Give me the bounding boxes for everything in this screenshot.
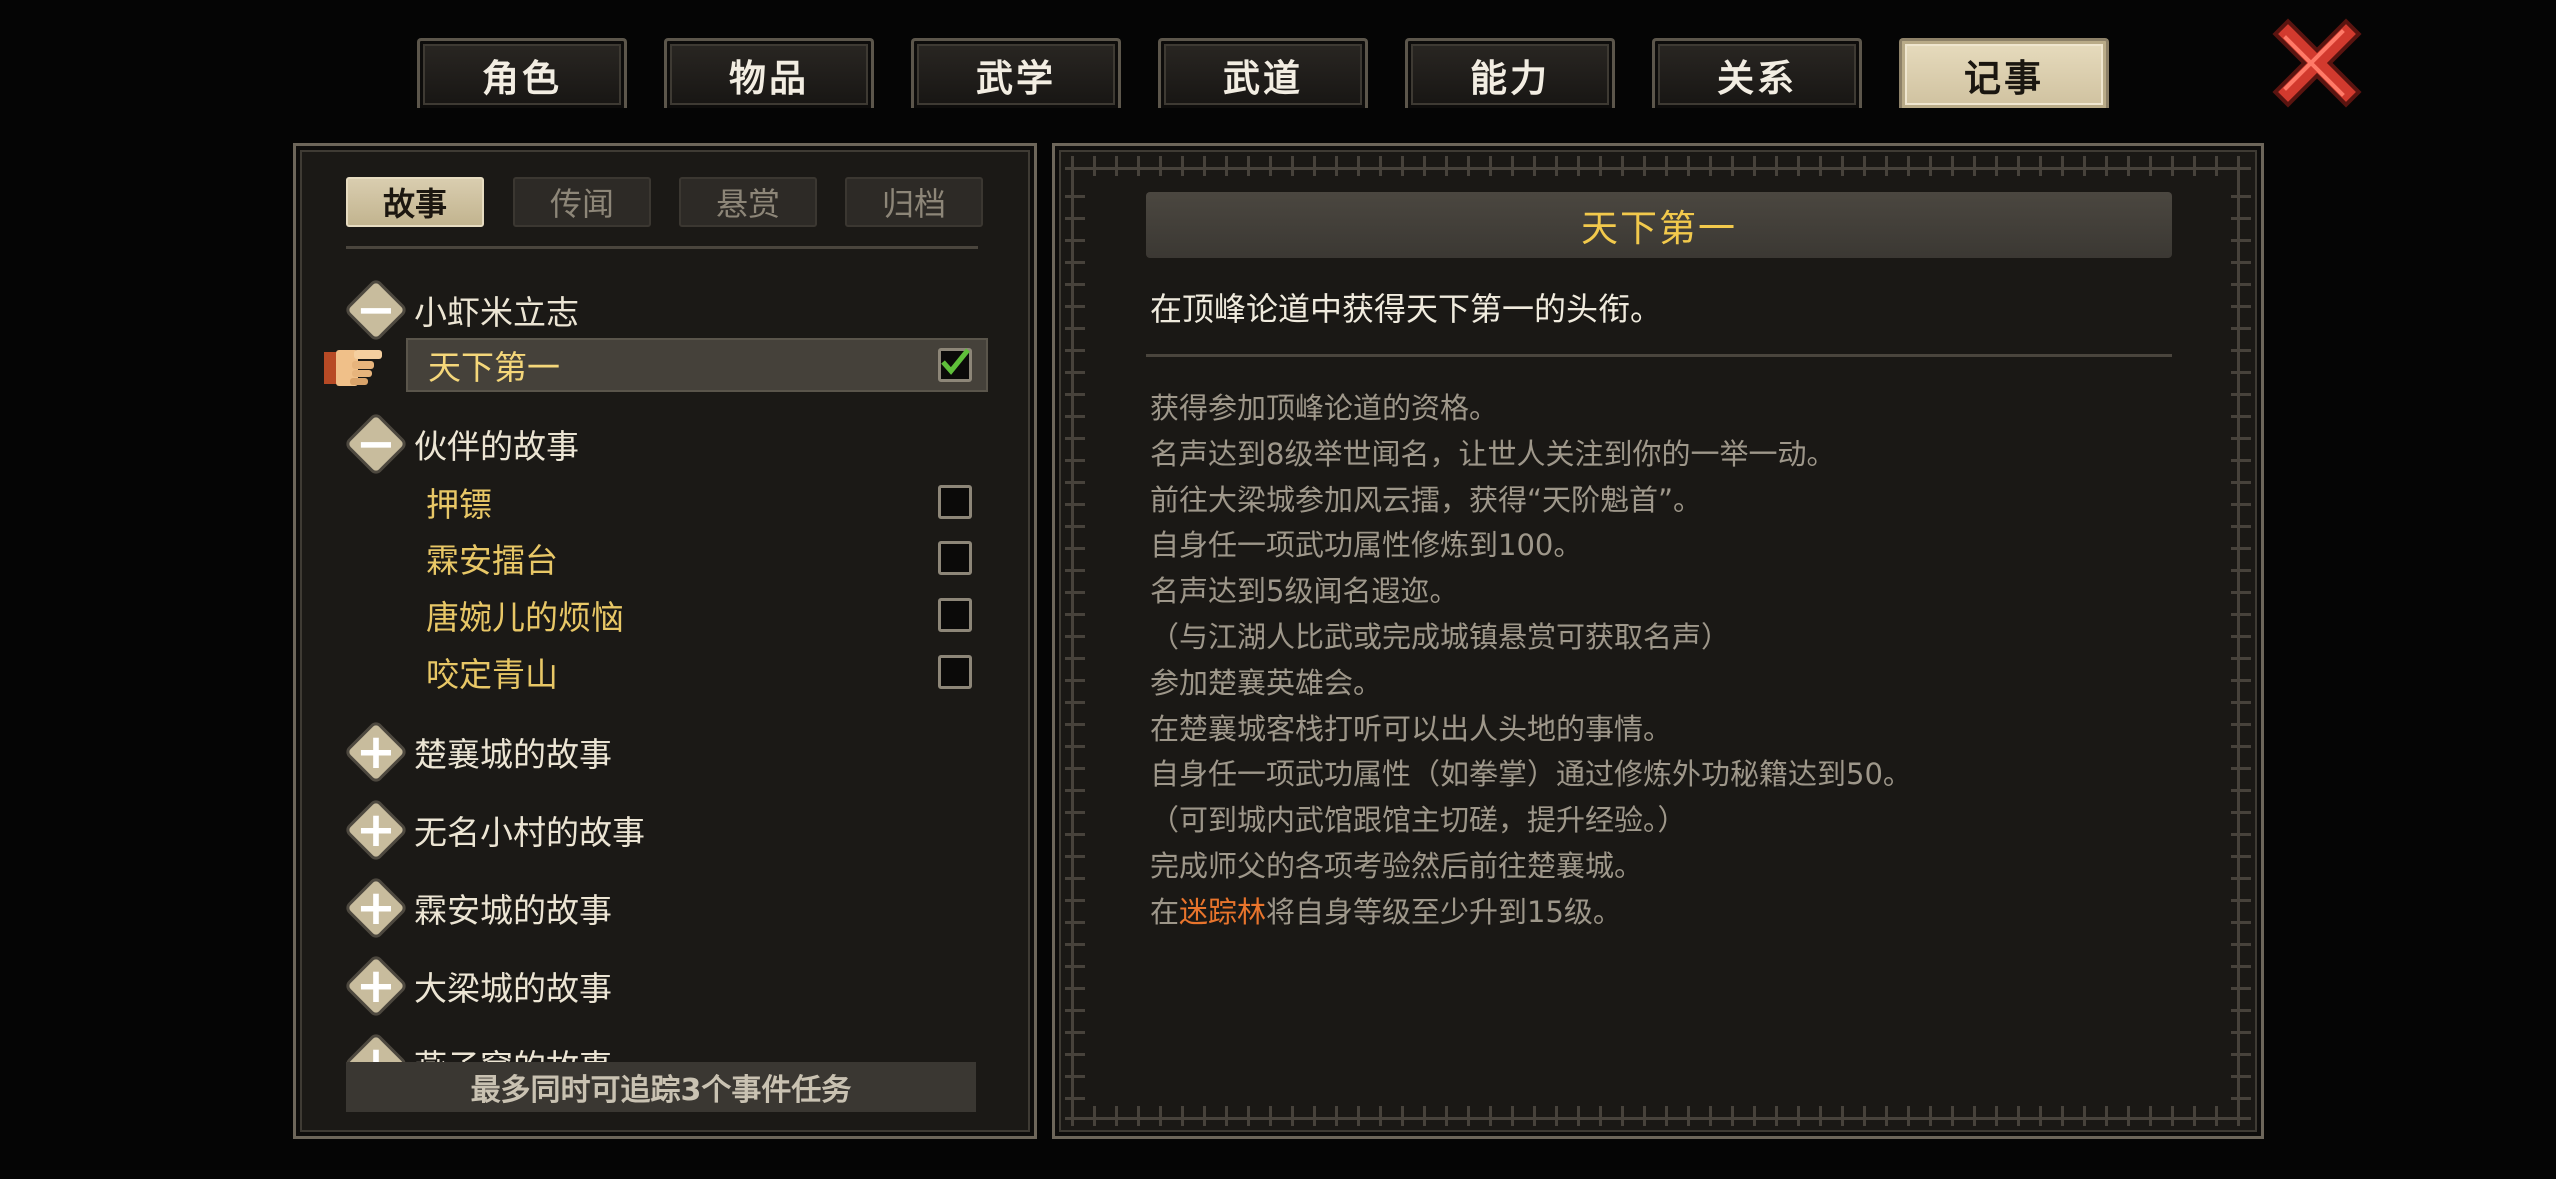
track-checkbox[interactable] [938,485,972,519]
category-xiaoxiami[interactable]: − 小虾米立志 [346,280,579,340]
tab-character[interactable]: 角色 [417,38,627,108]
track-limit-note: 最多同时可追踪3个事件任务 [346,1062,976,1112]
category-daliang[interactable]: + 大梁城的故事 [346,956,612,1016]
category-label: 伙伴的故事 [414,427,579,466]
req-prefix: 在 [1150,894,1180,929]
quest-label: 霖安擂台 [426,541,558,580]
requirement-item: （与江湖人比武或完成城镇悬赏可获取名声） [1150,619,1731,654]
category-nameless-village[interactable]: + 无名小村的故事 [346,800,645,860]
category-label: 霖安城的故事 [414,891,612,930]
category-label: 无名小村的故事 [414,813,645,852]
border-pattern-top [1065,156,2251,176]
quest-item[interactable]: 咬定青山 [406,645,986,699]
category-label: 楚襄城的故事 [414,735,612,774]
pointing-hand-icon [324,350,382,386]
category-companions[interactable]: − 伙伴的故事 [346,414,579,474]
tab-relations[interactable]: 关系 [1652,38,1862,108]
track-checkbox[interactable] [938,541,972,575]
requirement-item: 名声达到5级闻名遐迩。 [1150,574,1459,609]
subtab-archive[interactable]: 归档 [845,177,983,227]
tab-martial-way[interactable]: 武道 [1158,38,1368,108]
quest-item[interactable]: 霖安擂台 [406,531,986,585]
tab-items[interactable]: 物品 [664,38,874,108]
requirement-item: 在楚襄城客栈打听可以出人头地的事情。 [1150,711,1673,746]
category-chuxiang[interactable]: + 楚襄城的故事 [346,722,612,782]
track-checkbox[interactable] [938,655,972,689]
track-checkbox[interactable] [938,598,972,632]
quest-label: 咬定青山 [426,655,558,694]
subtab-divider [346,246,978,249]
quest-label: 天下第一 [428,348,560,387]
tab-journal[interactable]: 记事 [1899,38,2109,108]
collapse-minus-icon[interactable]: − [346,280,406,340]
border-pattern-bottom [1065,1106,2251,1126]
border-pattern-right [2231,176,2251,1106]
requirement-item: 参加楚襄英雄会。 [1150,665,1383,700]
quest-item-selected[interactable]: 天下第一 [406,338,988,392]
subtab-rumors[interactable]: 传闻 [513,177,651,227]
requirement-list: 获得参加顶峰论道的资格。 名声达到8级举世闻名，让世人关注到你的一举一动。 前往… [1150,386,1912,936]
req-suffix: 将自身等级至少升到15级。 [1266,894,1622,929]
quest-label: 押镖 [426,485,492,524]
expand-plus-icon[interactable]: + [346,878,406,938]
expand-plus-icon[interactable]: + [346,956,406,1016]
collapse-minus-icon[interactable]: − [346,414,406,474]
check-icon [941,348,970,375]
category-linan[interactable]: + 霖安城的故事 [346,878,612,938]
tab-abilities[interactable]: 能力 [1405,38,1615,108]
expand-plus-icon[interactable]: + [346,800,406,860]
quest-title: 天下第一 [1146,192,2172,258]
detail-divider [1146,354,2172,357]
requirement-item: 自身任一项武功属性（如拳掌）通过修炼外功秘籍达到50。 [1150,757,1912,792]
track-checkbox-checked[interactable] [938,348,972,382]
quest-description: 在顶峰论道中获得天下第一的头衔。 [1150,290,1663,328]
requirement-item-last: 在迷踪林将自身等级至少升到15级。 [1150,890,1912,936]
category-label: 燕子窝的故事 [414,1040,612,1062]
subtab-bounties[interactable]: 悬赏 [679,177,817,227]
requirement-item: 完成师父的各项考验然后前往楚襄城。 [1150,848,1644,883]
location-link-mizonglin[interactable]: 迷踪林 [1179,895,1266,929]
close-x-icon[interactable] [2272,18,2362,108]
category-yanziwo[interactable]: + 燕子窝的故事 [346,1034,612,1062]
requirement-item: 获得参加顶峰论道的资格。 [1150,391,1499,425]
subtab-stories[interactable]: 故事 [346,177,484,227]
category-label: 小虾米立志 [414,293,579,332]
list-clip: + 燕子窝的故事 [346,1024,986,1062]
expand-plus-icon[interactable]: + [346,722,406,782]
quest-item[interactable]: 唐婉儿的烦恼 [406,588,986,642]
border-pattern-left [1065,176,1085,1106]
top-tab-bar: 角色 物品 武学 武道 能力 关系 记事 [0,0,2556,110]
requirement-item: 前往大梁城参加风云擂，获得“天阶魁首”。 [1150,482,1703,517]
requirement-item: 自身任一项武功属性修炼到100。 [1150,528,1583,563]
category-label: 大梁城的故事 [414,969,612,1008]
tab-martial-arts[interactable]: 武学 [911,38,1121,108]
expand-plus-icon[interactable]: + [346,1034,406,1062]
quest-label: 唐婉儿的烦恼 [426,598,624,637]
quest-item[interactable]: 押镖 [406,475,986,529]
requirement-item: 名声达到8级举世闻名，让世人关注到你的一举一动。 [1150,436,1836,471]
requirement-item: （可到城内武馆跟馆主切磋，提升经验。） [1150,803,1687,838]
